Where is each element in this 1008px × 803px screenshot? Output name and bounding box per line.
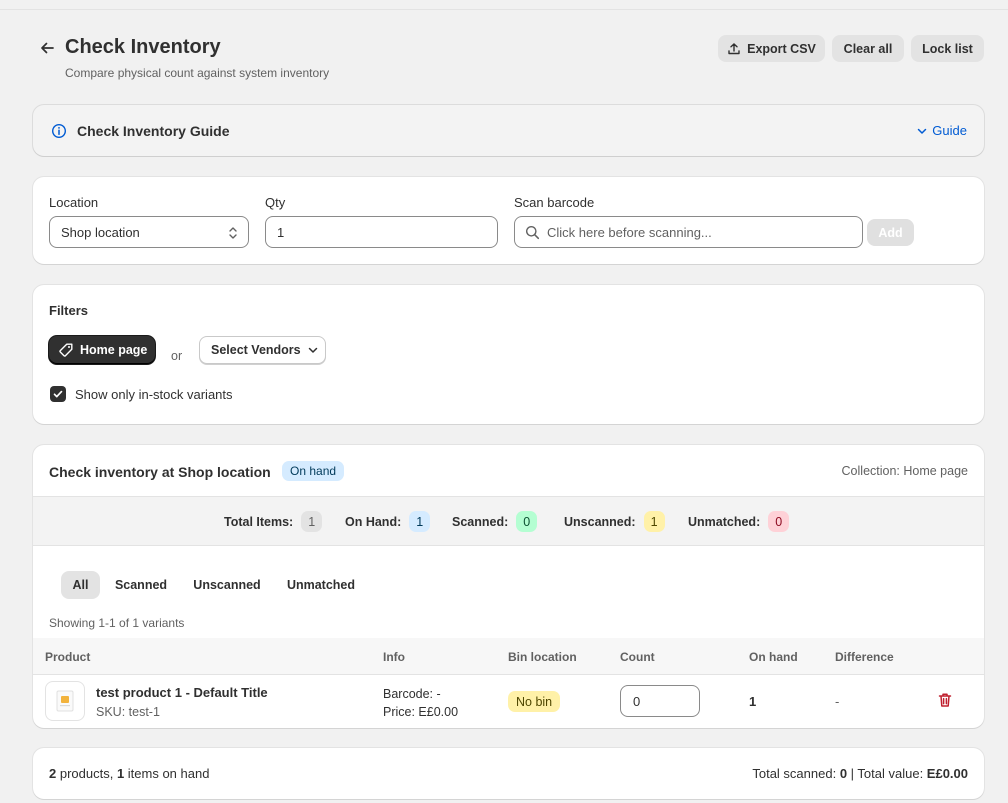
stat-unscanned: Unscanned: 1 [564, 511, 665, 532]
inventory-card: Check inventory at Shop location On hand… [33, 445, 984, 728]
page-subtitle: Compare physical count against system in… [65, 66, 330, 80]
summary-totals: Total scanned: 0 | Total value: E£0.00 [752, 766, 968, 781]
table-row: test product 1 - Default Title SKU: test… [33, 675, 984, 728]
total-value-amount: E£0.00 [926, 766, 968, 781]
scan-form-card: Location Shop location Qty 1 Scan barcod… [33, 177, 984, 264]
stat-count-badge: 1 [409, 511, 431, 532]
status-badge: On hand [282, 461, 345, 481]
stat-count-badge: 0 [768, 511, 790, 532]
collection-filter-button[interactable]: Home page [49, 336, 155, 364]
column-header-count: Count [620, 650, 655, 664]
column-header-info: Info [383, 650, 405, 664]
column-header-product: Product [45, 650, 91, 664]
count-input[interactable]: 0 [620, 685, 700, 717]
product-thumbnail [45, 681, 85, 721]
product-name: test product 1 - Default Title [96, 685, 268, 700]
stat-total-items: Total Items: 1 [224, 511, 323, 532]
bin-location-badge: No bin [508, 691, 561, 712]
column-header-bin-location: Bin location [508, 650, 577, 664]
product-price: Price: E£0.00 [383, 705, 459, 719]
summary-card: 2 products, 1 items on hand Total scanne… [33, 748, 984, 799]
location-label: Location [49, 195, 99, 210]
page-header: Check Inventory Compare physical count a… [33, 34, 984, 84]
or-text: or [171, 349, 183, 363]
delete-row-icon[interactable] [936, 691, 954, 712]
collection-text: Collection: Home page [841, 464, 968, 478]
stat-count-badge: 1 [301, 511, 323, 532]
stat-unmatched: Unmatched: 0 [688, 511, 790, 532]
total-scanned-value: 0 [839, 766, 848, 781]
column-header-on-hand: On hand [749, 650, 798, 664]
stats-bar: Total Items: 1 On Hand: 1 Scanned: 0 Uns… [33, 496, 984, 546]
scan-barcode-input[interactable]: Click here before scanning... [514, 216, 863, 248]
guide-link-label: Guide [932, 123, 967, 138]
export-csv-button[interactable]: Export CSV [718, 35, 825, 62]
product-barcode: Barcode: - [383, 687, 441, 701]
location-select[interactable]: Shop location [49, 216, 249, 248]
qty-input[interactable]: 1 [265, 216, 498, 248]
page-title: Check Inventory [65, 36, 221, 58]
tag-icon [59, 343, 73, 357]
stat-label: Scanned: [452, 514, 509, 529]
top-divider [0, 9, 1008, 10]
clear-all-button[interactable]: Clear all [832, 35, 904, 62]
qty-label: Qty [265, 195, 286, 210]
search-icon [526, 225, 540, 239]
guide-title: Check Inventory Guide [77, 123, 230, 139]
stat-label: Unmatched: [688, 514, 761, 529]
totals-separator: | [847, 766, 858, 781]
column-header-difference: Difference [835, 650, 894, 664]
difference-value: - [835, 694, 840, 709]
total-value-label: Total value: [857, 766, 927, 781]
stat-label: On Hand: [345, 514, 402, 529]
in-stock-label: Show only in-stock variants [75, 387, 233, 402]
inventory-title: Check inventory at Shop location [49, 464, 271, 480]
product-image-icon [56, 690, 74, 712]
stat-on-hand: On Hand: 1 [345, 511, 431, 532]
select-vendors-button[interactable]: Select Vendors [199, 336, 326, 364]
add-button[interactable]: Add [867, 219, 914, 246]
upload-icon [728, 42, 740, 54]
stat-count-badge: 1 [643, 511, 665, 532]
back-arrow-icon[interactable] [37, 38, 57, 58]
location-value: Shop location [61, 224, 140, 240]
summary-products: 2 products, 1 items on hand [49, 766, 209, 781]
stat-scanned: Scanned: 0 [452, 511, 538, 532]
stat-label: Unscanned: [564, 514, 636, 529]
guide-card: Check Inventory Guide Guide [33, 105, 984, 156]
filters-card: Filters Home page or Select Vendors Show… [33, 285, 984, 424]
chevron-down-icon [308, 347, 317, 353]
products-text: products, [56, 766, 117, 781]
table-header: Product Info Bin location Count On hand … [33, 638, 984, 675]
tab-scanned[interactable]: Scanned [108, 571, 174, 599]
filters-title: Filters [49, 303, 89, 318]
scan-barcode-label: Scan barcode [514, 195, 595, 210]
tab-unscanned[interactable]: Unscanned [185, 571, 269, 599]
product-sku: SKU: test-1 [96, 705, 160, 719]
select-vendors-label: Select Vendors [211, 343, 301, 357]
lock-list-button[interactable]: Lock list [911, 35, 984, 62]
items-text: items on hand [124, 766, 210, 781]
export-csv-label: Export CSV [747, 41, 816, 56]
info-icon [51, 123, 67, 142]
select-chevrons-icon [229, 227, 237, 239]
stat-count-badge: 0 [516, 511, 538, 532]
on-hand-value: 1 [749, 694, 757, 709]
checkmark-icon [53, 390, 63, 398]
total-scanned-label: Total scanned: [752, 766, 840, 781]
tab-all[interactable]: All [61, 571, 100, 599]
in-stock-checkbox[interactable] [50, 386, 66, 402]
guide-toggle[interactable]: Guide [916, 123, 967, 138]
showing-count: Showing 1-1 of 1 variants [49, 616, 185, 630]
scan-barcode-placeholder: Click here before scanning... [547, 224, 712, 240]
collection-filter-label: Home page [80, 343, 148, 357]
product-info: Barcode: - Price: E£0.00 [383, 685, 458, 721]
chevron-down-icon [918, 128, 927, 134]
stat-label: Total Items: [224, 514, 294, 529]
tab-unmatched[interactable]: Unmatched [279, 571, 363, 599]
